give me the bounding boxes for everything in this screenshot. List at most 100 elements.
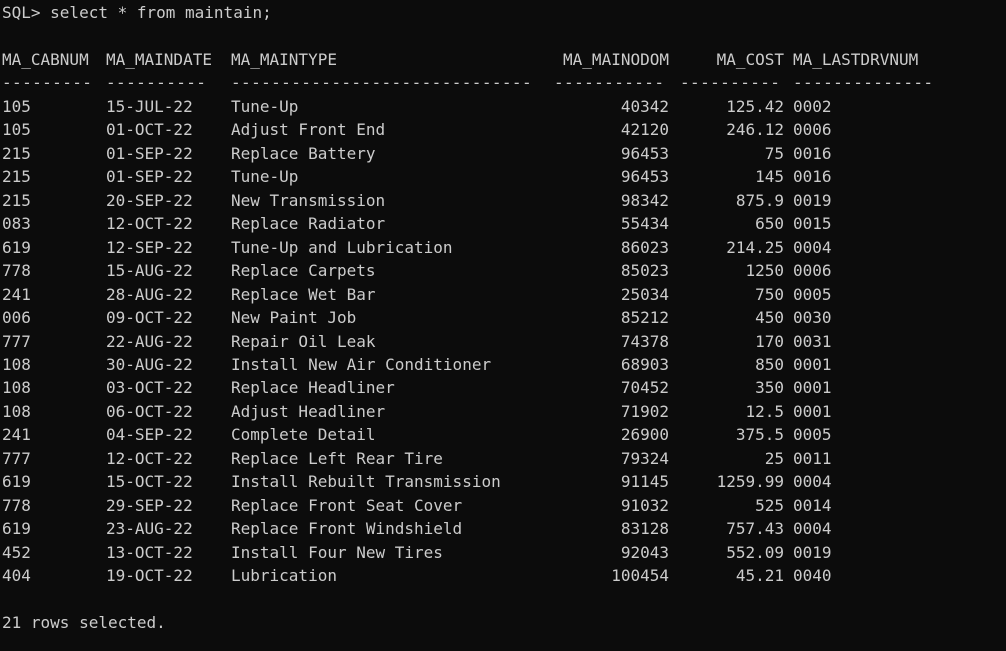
cabnum-cell: 452 <box>2 542 31 562</box>
cabnum-cell: 108 <box>2 378 31 398</box>
mainodom-cell: 68903 <box>620 354 669 374</box>
cost-cell: 552.09 <box>726 542 784 562</box>
lastdrvnum-cell: 0004 <box>793 472 832 492</box>
mainodom-cell: 91032 <box>620 495 669 515</box>
mainodom-cell: 26900 <box>620 425 669 445</box>
lastdrvnum-cell: 0006 <box>793 261 832 281</box>
maindate-cell: 20-SEP-22 <box>106 190 193 210</box>
table-row: 778 29-SEP-22 Replace Front Seat Cover 9103… <box>2 494 1002 517</box>
lastdrvnum-cell: 0005 <box>793 425 832 445</box>
table-row: 777 22-AUG-22 Repair Oil Leak 74378 170 0031 <box>2 330 1002 353</box>
maindate-cell: 01-SEP-22 <box>106 143 193 163</box>
lastdrvnum-cell: 0004 <box>793 237 832 257</box>
lastdrvnum-cell: 0006 <box>793 120 832 140</box>
table-row: 006 09-OCT-22 New Paint Job 85212 450 0030 <box>2 306 1002 329</box>
cabnum-cell: 108 <box>2 401 31 421</box>
cost-cell: 125.42 <box>726 97 784 116</box>
maindate-cell: 30-AUG-22 <box>106 354 193 374</box>
terminal-window[interactable]: { "prompt": "SQL> select * from maintain… <box>0 0 1006 651</box>
lastdrvnum-cell: 0016 <box>793 143 832 163</box>
separator-lastdrvnum: -------------- <box>793 73 934 92</box>
header-ma-lastdrvnum: MA_LASTDRVNUM <box>793 50 919 69</box>
cost-cell: 1259.99 <box>716 472 784 492</box>
maindate-cell: 22-AUG-22 <box>106 331 193 351</box>
maintype-cell: Install New Air Conditioner <box>231 354 492 374</box>
cabnum-cell: 619 <box>2 519 31 539</box>
maindate-cell: 01-SEP-22 <box>106 167 193 187</box>
lastdrvnum-cell: 0005 <box>793 284 832 304</box>
maindate-cell: 28-AUG-22 <box>106 284 193 304</box>
separator-maindate: ---------- <box>106 73 207 92</box>
table-row: 215 01-SEP-22 Replace Battery 96453 75 0016 <box>2 142 1002 165</box>
cabnum-cell: 778 <box>2 495 31 515</box>
header-ma-mainodom: MA_MAINODOM <box>563 50 669 69</box>
maintype-cell: Replace Front Seat Cover <box>231 495 463 515</box>
maintype-cell: New Transmission <box>231 190 386 210</box>
maintype-cell: Replace Headliner <box>231 378 395 398</box>
cost-cell: 214.25 <box>726 237 784 257</box>
maintype-cell: Repair Oil Leak <box>231 331 376 351</box>
maintype-cell: Replace Left Rear Tire <box>231 448 443 468</box>
table-row: 778 15-AUG-22 Replace Carpets 85023 1250 0006 <box>2 259 1002 282</box>
maintype-cell: New Paint Job <box>231 308 357 328</box>
maintype-cell: Install Rebuilt Transmission <box>231 472 501 492</box>
cabnum-cell: 241 <box>2 425 31 445</box>
lastdrvnum-cell: 0014 <box>793 495 832 515</box>
cost-cell: 350 <box>755 378 784 398</box>
maintype-cell: Tune-Up <box>231 167 299 187</box>
column-header-row: MA_CABNUM MA_MAINDATE MA_MAINTYPE MA_MAI… <box>2 48 1002 71</box>
maindate-cell: 19-OCT-22 <box>106 566 193 585</box>
separator-maintype: ------------------------------ <box>231 73 532 92</box>
cabnum-cell: 404 <box>2 566 31 585</box>
cost-cell: 45.21 <box>735 566 784 585</box>
separator-mainodom: ----------- <box>554 73 665 92</box>
table-row: 452 13-OCT-22 Install Four New Tires 92043 5… <box>2 541 1002 564</box>
header-separator-row: --------- ---------- -------------------… <box>2 71 1002 94</box>
mainodom-cell: 42120 <box>620 120 669 140</box>
mainodom-cell: 96453 <box>620 167 669 187</box>
maintype-cell: Replace Carpets <box>231 261 376 281</box>
lastdrvnum-cell: 0002 <box>793 97 832 116</box>
mainodom-cell: 40342 <box>620 97 669 116</box>
lastdrvnum-cell: 0040 <box>793 566 832 585</box>
maintype-cell: Adjust Front End <box>231 120 386 140</box>
cost-cell: 525 <box>755 495 784 515</box>
lastdrvnum-cell: 0016 <box>793 167 832 187</box>
table-row: 619 23-AUG-22 Replace Front Windshield 8312… <box>2 517 1002 540</box>
cabnum-cell: 105 <box>2 97 31 116</box>
mainodom-cell: 71902 <box>620 401 669 421</box>
maindate-cell: 15-OCT-22 <box>106 472 193 492</box>
table-row: 215 20-SEP-22 New Transmission 98342 875.9 00… <box>2 189 1002 212</box>
maindate-cell: 13-OCT-22 <box>106 542 193 562</box>
mainodom-cell: 85023 <box>620 261 669 281</box>
cost-cell: 757.43 <box>726 519 784 539</box>
cabnum-cell: 241 <box>2 284 31 304</box>
cabnum-cell: 777 <box>2 448 31 468</box>
cabnum-cell: 006 <box>2 308 31 328</box>
maintype-cell: Tune-Up <box>231 97 299 116</box>
maintype-cell: Lubrication <box>231 566 337 585</box>
cost-cell: 12.5 <box>745 401 784 421</box>
maindate-cell: 09-OCT-22 <box>106 308 193 328</box>
cabnum-cell: 105 <box>2 120 31 140</box>
maintype-cell: Tune-Up and Lubrication <box>231 237 453 257</box>
cabnum-cell: 619 <box>2 472 31 492</box>
mainodom-cell: 55434 <box>620 214 669 234</box>
mainodom-cell: 100454 <box>611 566 669 585</box>
maindate-cell: 04-SEP-22 <box>106 425 193 445</box>
lastdrvnum-cell: 0019 <box>793 190 832 210</box>
table-row: 215 01-SEP-22 Tune-Up 96453 145 0016 <box>2 165 1002 188</box>
cost-cell: 375.5 <box>735 425 784 445</box>
maintype-cell: Complete Detail <box>231 425 376 445</box>
mainodom-cell: 86023 <box>620 237 669 257</box>
lastdrvnum-cell: 0031 <box>793 331 832 351</box>
mainodom-cell: 74378 <box>620 331 669 351</box>
maindate-cell: 12-SEP-22 <box>106 237 193 257</box>
maintype-cell: Replace Battery <box>231 143 376 163</box>
lastdrvnum-cell: 0015 <box>793 214 832 234</box>
maindate-cell: 12-OCT-22 <box>106 448 193 468</box>
table-row: 105 01-OCT-22 Adjust Front End 42120 246.12 0… <box>2 118 1002 141</box>
maintype-cell: Replace Front Windshield <box>231 519 463 539</box>
mainodom-cell: 85212 <box>620 308 669 328</box>
maindate-cell: 29-SEP-22 <box>106 495 193 515</box>
